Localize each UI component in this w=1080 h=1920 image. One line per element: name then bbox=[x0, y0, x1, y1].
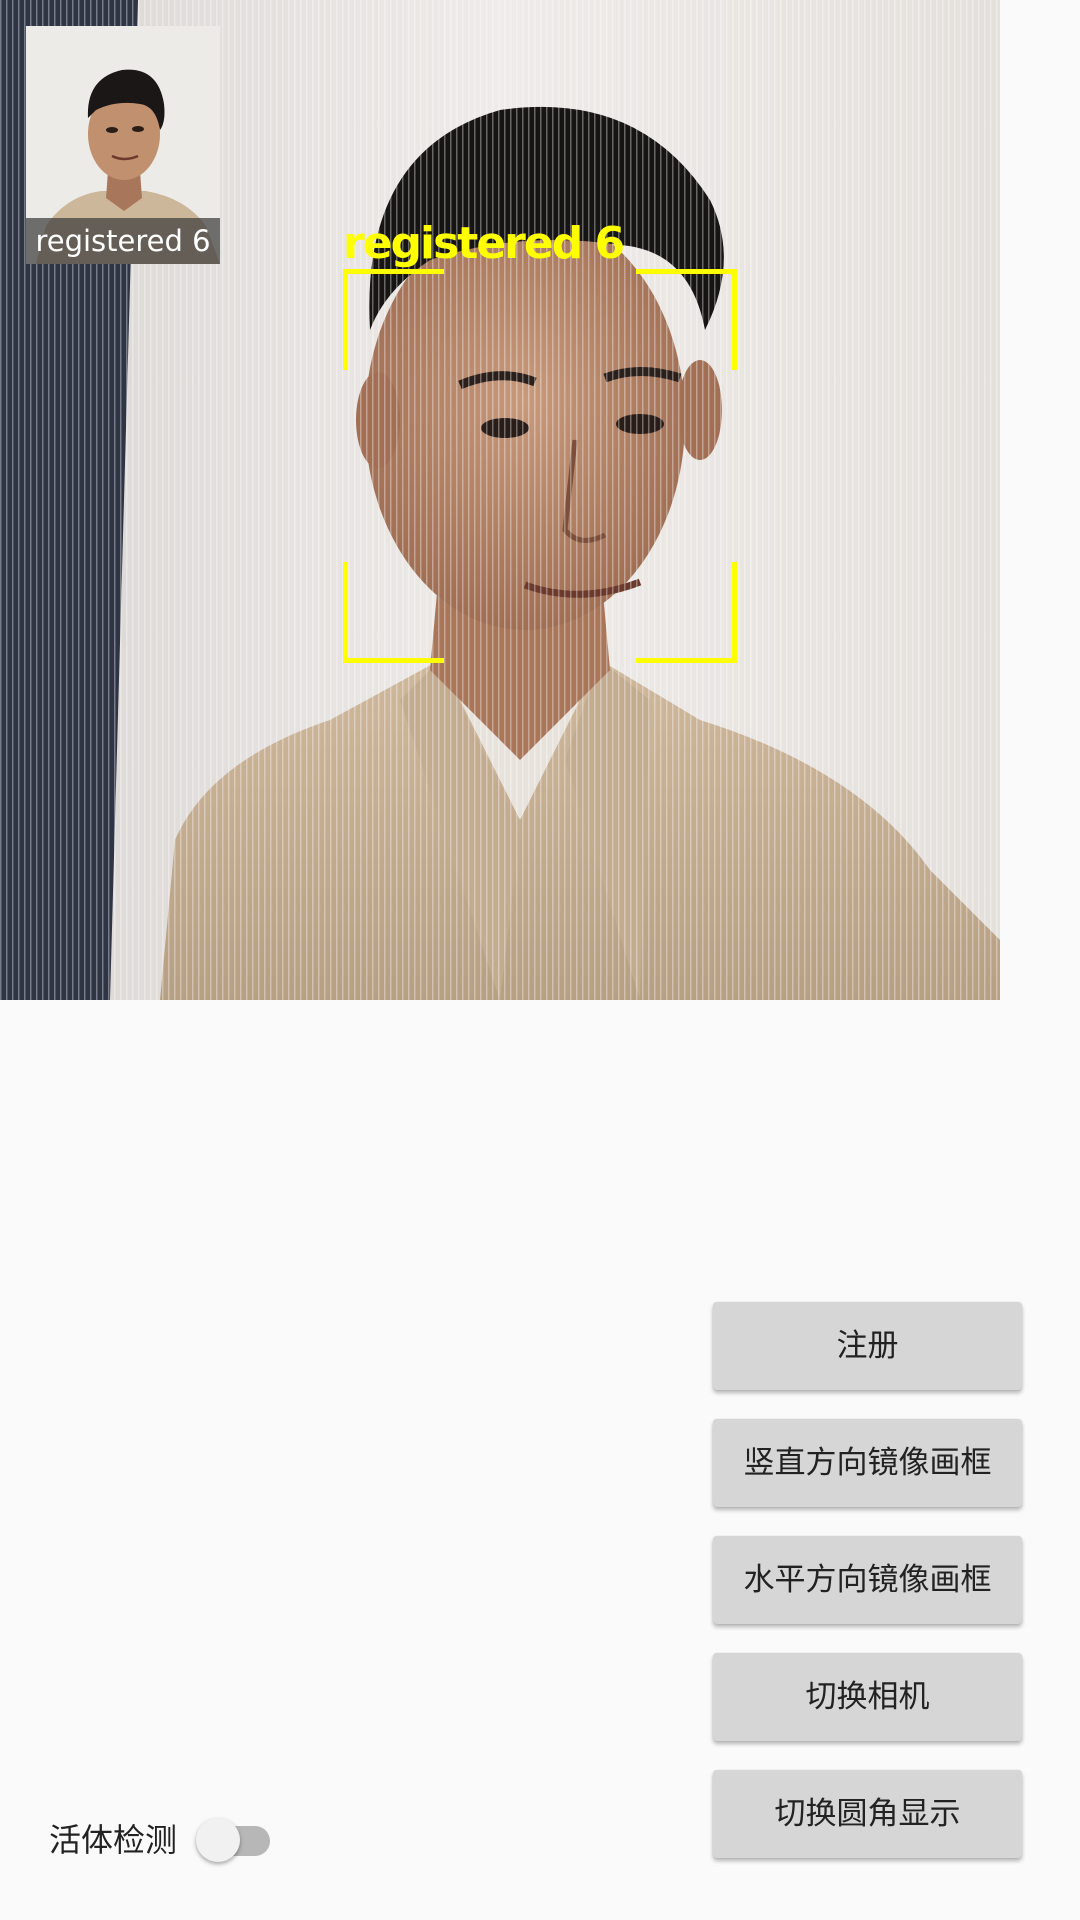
face-track-label: registered 6 bbox=[343, 218, 625, 269]
face-box-corner-icon bbox=[343, 269, 444, 370]
mirror-vertical-button[interactable]: 竖直方向镜像画框 bbox=[713, 1419, 1022, 1507]
camera-preview: registered 6 registered 6 bbox=[0, 0, 1000, 1000]
face-recognition-screen: registered 6 registered 6 注册 竖直方向镜像画框 水平… bbox=[0, 0, 1080, 1920]
registered-face-label: registered 6 bbox=[26, 218, 220, 264]
toggle-round-corner-button[interactable]: 切换圆角显示 bbox=[713, 1770, 1022, 1858]
face-box-corner-icon bbox=[636, 562, 737, 663]
liveness-label: 活体检测 bbox=[49, 1821, 178, 1859]
face-box-corner-icon bbox=[343, 562, 444, 663]
registered-face-thumbnail: registered 6 bbox=[26, 26, 220, 264]
face-box-corner-icon bbox=[636, 269, 737, 370]
mirror-horizontal-button[interactable]: 水平方向镜像画框 bbox=[713, 1536, 1022, 1624]
register-button[interactable]: 注册 bbox=[713, 1302, 1022, 1390]
switch-thumb-icon bbox=[196, 1818, 240, 1862]
switch-camera-button[interactable]: 切换相机 bbox=[713, 1653, 1022, 1741]
face-track-box bbox=[343, 269, 737, 663]
liveness-switch[interactable] bbox=[196, 1812, 274, 1868]
